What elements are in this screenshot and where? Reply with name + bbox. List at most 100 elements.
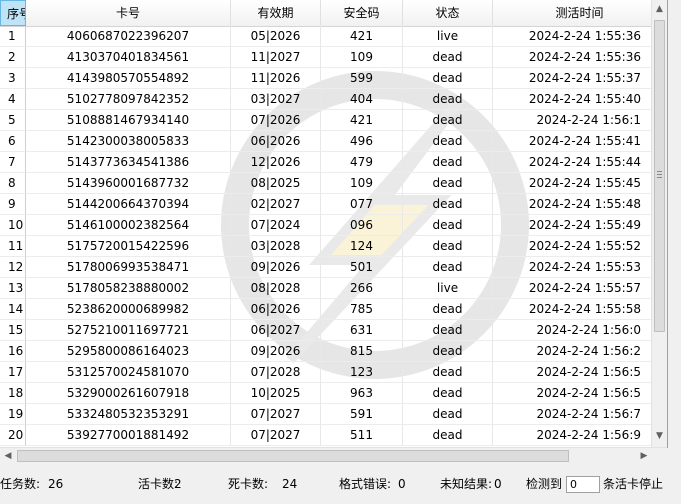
cell-status: live [403, 26, 493, 47]
cell-card-number: 5142300038005833 [26, 131, 231, 152]
cell-status: dead [403, 131, 493, 152]
cell-status: dead [403, 299, 493, 320]
cell-card-number: 5102778097842352 [26, 89, 231, 110]
cell-index: 1 [0, 26, 26, 47]
cell-index: 11 [0, 236, 26, 257]
cell-status: dead [403, 320, 493, 341]
column-header-expiry[interactable]: 有效期 [231, 0, 321, 26]
cell-check-time: 2024-2-24 1:55:58 [493, 299, 652, 320]
cell-card-number: 5332480532353291 [26, 404, 231, 425]
cell-card-number: 5144200664370394 [26, 194, 231, 215]
cell-cvv: 815 [321, 341, 403, 362]
cell-status: dead [403, 257, 493, 278]
table-row[interactable]: 18 5329000261607918 10|2025 963 dead 2024-2-2… [0, 383, 652, 404]
table-row[interactable]: 2 4130370401834561 11|2027 109 dead 2024-2-24… [0, 47, 652, 68]
cell-expiry: 06|2026 [231, 131, 321, 152]
table-row[interactable]: 12 5178006993538471 09|2026 501 dead 2024-2-2… [0, 257, 652, 278]
cell-expiry: 07|2027 [231, 404, 321, 425]
table-row[interactable]: 6 5142300038005833 06|2026 496 dead 2024-2-24… [0, 131, 652, 152]
cell-check-time: 2024-2-24 1:56:7 [493, 404, 652, 425]
table-row[interactable]: 15 5275210011697721 06|2027 631 dead 2024-2-2… [0, 320, 652, 341]
table-row[interactable]: 17 5312570024581070 07|2028 123 dead 2024-2-2… [0, 362, 652, 383]
table-row[interactable]: 7 5143773634541386 12|2026 479 dead 2024-2-24… [0, 152, 652, 173]
column-header-status[interactable]: 状态 [403, 0, 493, 26]
column-header-card-number[interactable]: 卡号 [26, 0, 231, 26]
table-row[interactable]: 20 5392770001881492 07|2027 511 dead 2024-2-2… [0, 425, 652, 446]
table-row[interactable]: 11 5175720015422596 03|2028 124 dead 2024-2-2… [0, 236, 652, 257]
table-row[interactable]: 1 4060687022396207 05|2026 421 live 2024-2-24… [0, 26, 652, 47]
cell-index: 2 [0, 47, 26, 68]
cell-card-number: 4060687022396207 [26, 26, 231, 47]
column-header-cvv[interactable]: 安全码 [321, 0, 403, 26]
cell-index: 14 [0, 299, 26, 320]
dead-count-value: 24 [282, 477, 298, 491]
cell-status: dead [403, 152, 493, 173]
cell-check-time: 2024-2-24 1:55:49 [493, 215, 652, 236]
cell-expiry: 06|2027 [231, 320, 321, 341]
cell-check-time: 2024-2-24 1:56:0 [493, 320, 652, 341]
cell-index: 19 [0, 404, 26, 425]
table-row[interactable]: 14 5238620000689982 06|2026 785 dead 2024-2-2… [0, 299, 652, 320]
cell-index: 13 [0, 278, 26, 299]
cell-status: dead [403, 404, 493, 425]
task-count-value: 26 [48, 477, 64, 491]
cell-expiry: 07|2028 [231, 362, 321, 383]
dead-count-label: 死卡数: [228, 477, 269, 491]
table-row[interactable]: 19 5332480532353291 07|2027 591 dead 2024-2-2… [0, 404, 652, 425]
table-row[interactable]: 13 5178058238880002 08|2028 266 live 2024-2-2… [0, 278, 652, 299]
cell-card-number: 5178058238880002 [26, 278, 231, 299]
cell-card-number: 5238620000689982 [26, 299, 231, 320]
vertical-scroll-thumb[interactable] [654, 20, 665, 332]
horizontal-scrollbar[interactable]: ◀ ▶ [0, 447, 667, 464]
cell-status: dead [403, 425, 493, 446]
cell-check-time: 2024-2-24 1:55:36 [493, 26, 652, 47]
unknown-result-value: 0 [494, 477, 502, 491]
cell-status: dead [403, 215, 493, 236]
horizontal-scroll-thumb[interactable] [17, 450, 569, 462]
cell-cvv: 421 [321, 110, 403, 131]
cell-expiry: 03|2027 [231, 89, 321, 110]
cell-check-time: 2024-2-24 1:55:40 [493, 89, 652, 110]
table-row[interactable]: 8 5143960001687732 08|2025 109 dead 2024-2-24… [0, 173, 652, 194]
cell-check-time: 2024-2-24 1:55:52 [493, 236, 652, 257]
vertical-scrollbar[interactable]: ▲ ▼ [651, 0, 667, 447]
table-row[interactable]: 4 5102778097842352 03|2027 404 dead 2024-2-24… [0, 89, 652, 110]
table-row[interactable]: 16 5295800086164023 09|2026 815 dead 2024-2-2… [0, 341, 652, 362]
cell-card-number: 5175720015422596 [26, 236, 231, 257]
column-header-check-time[interactable]: 测活时间 [493, 0, 667, 26]
cell-cvv: 096 [321, 215, 403, 236]
cell-card-number: 5108881467934140 [26, 110, 231, 131]
cell-check-time: 2024-2-24 1:56:5 [493, 362, 652, 383]
column-header-index[interactable]: 序号 [0, 0, 26, 26]
cell-expiry: 07|2027 [231, 425, 321, 446]
cell-cvv: 511 [321, 425, 403, 446]
cell-status: dead [403, 341, 493, 362]
cell-status: dead [403, 236, 493, 257]
table-row[interactable]: 3 4143980570554892 11|2026 599 dead 2024-2-24… [0, 68, 652, 89]
scroll-right-icon[interactable]: ▶ [636, 448, 652, 464]
scroll-up-icon[interactable]: ▲ [652, 1, 667, 18]
cell-cvv: 496 [321, 131, 403, 152]
cell-card-number: 5146100002382564 [26, 215, 231, 236]
unknown-result-label: 未知结果: [440, 477, 493, 491]
cell-cvv: 501 [321, 257, 403, 278]
cell-expiry: 08|2025 [231, 173, 321, 194]
cell-cvv: 123 [321, 362, 403, 383]
cell-check-time: 2024-2-24 1:56:1 [493, 110, 652, 131]
cell-expiry: 07|2024 [231, 215, 321, 236]
table-row[interactable]: 10 5146100002382564 07|2024 096 dead 2024-2-2… [0, 215, 652, 236]
cell-index: 4 [0, 89, 26, 110]
cell-cvv: 479 [321, 152, 403, 173]
cell-status: dead [403, 110, 493, 131]
cell-card-number: 5143960001687732 [26, 173, 231, 194]
scroll-left-icon[interactable]: ◀ [0, 448, 16, 464]
table-row[interactable]: 5 5108881467934140 07|2026 421 dead 2024-2-24… [0, 110, 652, 131]
cell-check-time: 2024-2-24 1:55:53 [493, 257, 652, 278]
cell-index: 9 [0, 194, 26, 215]
live-stop-threshold-input[interactable] [566, 476, 600, 493]
table-row[interactable]: 9 5144200664370394 02|2027 077 dead 2024-2-24… [0, 194, 652, 215]
scroll-down-icon[interactable]: ▼ [652, 428, 667, 445]
cell-cvv: 124 [321, 236, 403, 257]
cell-index: 7 [0, 152, 26, 173]
cell-card-number: 5295800086164023 [26, 341, 231, 362]
